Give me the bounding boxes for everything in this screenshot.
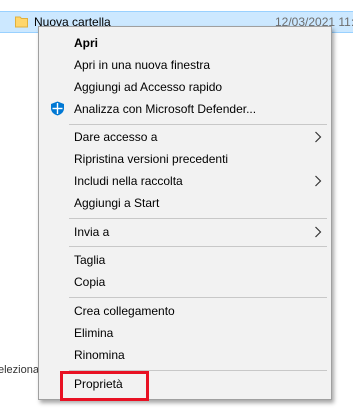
context-menu: Apri Apri in una nuova finestra Aggiungi… (38, 26, 332, 400)
menu-item-label: Apri in una nuova finestra (74, 58, 211, 72)
menu-item-label: Apri (74, 36, 98, 50)
menu-item-proprieta[interactable]: Proprietà (40, 373, 330, 395)
menu-item-label: Proprietà (74, 377, 123, 391)
menu-item-elimina[interactable]: Elimina (40, 322, 330, 344)
defender-shield-icon (51, 101, 64, 116)
menu-item-label: Analizza con Microsoft Defender... (74, 102, 257, 116)
menu-item-ripristina-versioni[interactable]: Ripristina versioni precedenti (40, 148, 330, 170)
chevron-right-icon (315, 131, 322, 143)
menu-separator (69, 297, 327, 298)
menu-item-label: Aggiungi ad Accesso rapido (74, 80, 223, 94)
menu-separator (69, 370, 327, 371)
status-bar-text: eleziona (0, 364, 39, 376)
menu-item-defender[interactable]: Analizza con Microsoft Defender... (40, 98, 330, 120)
menu-item-apri[interactable]: Apri (40, 32, 330, 54)
chevron-right-icon (315, 226, 322, 238)
menu-item-accesso-rapido[interactable]: Aggiungi ad Accesso rapido (40, 76, 330, 98)
menu-item-taglia[interactable]: Taglia (40, 249, 330, 271)
menu-separator (69, 124, 327, 125)
chevron-right-icon (315, 175, 322, 187)
menu-item-includi-raccolta[interactable]: Includi nella raccolta (40, 170, 330, 192)
menu-item-aggiungi-start[interactable]: Aggiungi a Start (40, 192, 330, 214)
menu-item-label: Ripristina versioni precedenti (74, 152, 229, 166)
menu-item-label: Rinomina (74, 348, 125, 362)
menu-item-label: Elimina (74, 326, 114, 340)
menu-item-apri-nuova-finestra[interactable]: Apri in una nuova finestra (40, 54, 330, 76)
menu-item-invia-a[interactable]: Invia a (40, 221, 330, 243)
folder-icon (15, 16, 28, 28)
menu-item-copia[interactable]: Copia (40, 271, 330, 293)
menu-item-label: Aggiungi a Start (74, 196, 160, 210)
menu-item-rinomina[interactable]: Rinomina (40, 344, 330, 366)
menu-item-label: Taglia (74, 253, 106, 267)
menu-item-crea-collegamento[interactable]: Crea collegamento (40, 300, 330, 322)
menu-item-label: Copia (74, 275, 106, 289)
menu-item-dare-accesso[interactable]: Dare accesso a (40, 126, 330, 148)
menu-item-label: Includi nella raccolta (74, 174, 183, 188)
menu-item-label: Crea collegamento (74, 304, 175, 318)
menu-separator (69, 218, 327, 219)
menu-separator (69, 246, 327, 247)
menu-item-label: Invia a (74, 225, 110, 239)
menu-item-label: Dare accesso a (74, 130, 158, 144)
